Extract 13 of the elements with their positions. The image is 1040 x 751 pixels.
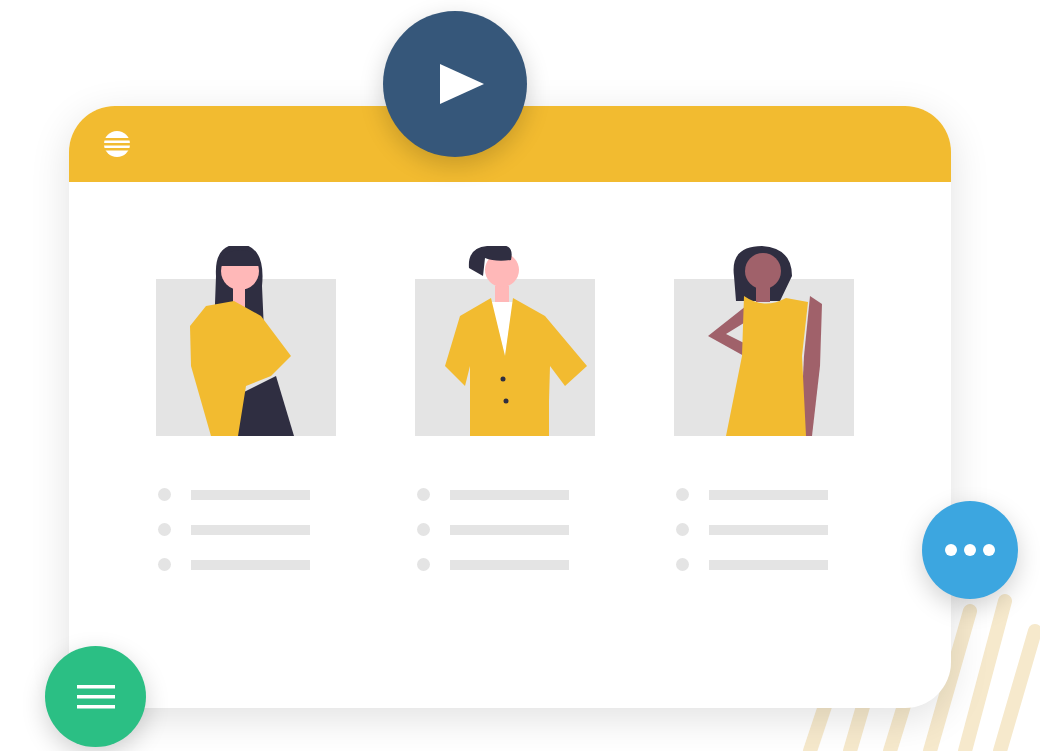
bullet-icon [676,523,689,536]
bullet-icon [417,523,430,536]
more-icon [944,543,996,557]
bullet-icon [676,558,689,571]
bullet-icon [158,558,171,571]
menu-icon [76,684,115,709]
bullet-icon [158,523,171,536]
bullet-icon [417,488,430,501]
bullet-icon [158,488,171,501]
bullet-icon [417,558,430,571]
play-icon [440,64,484,104]
logo-icon [103,130,131,158]
bullet-icon [676,488,689,501]
